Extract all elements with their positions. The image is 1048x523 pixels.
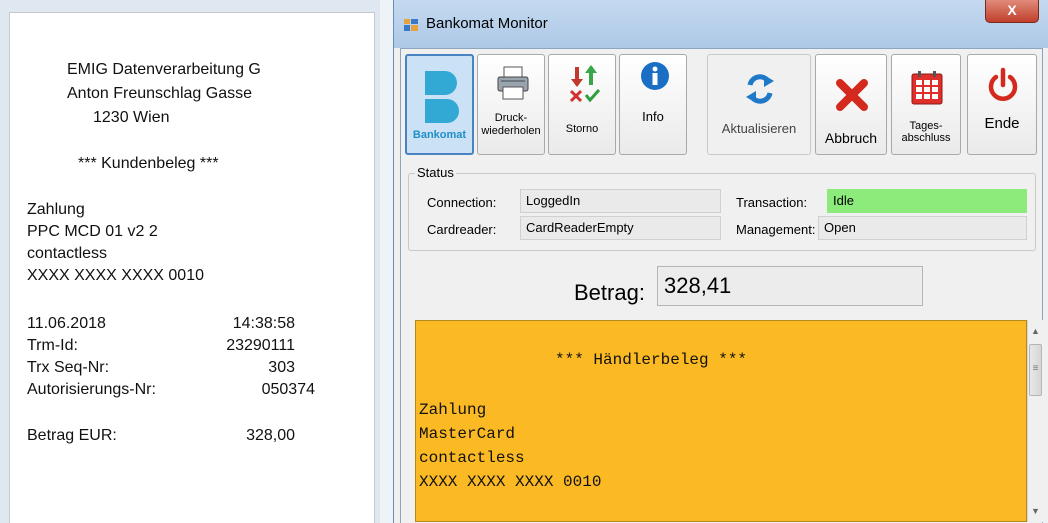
- calendar-icon: [911, 71, 943, 105]
- cancel-button[interactable]: Abbruch: [815, 54, 887, 155]
- management-label: Management:: [736, 222, 816, 237]
- exit-label: Ende: [984, 115, 1020, 132]
- receipt-mode: contactless: [27, 245, 108, 262]
- client-area: Bankomat Druck- wiederholen Storno Info …: [400, 48, 1043, 523]
- receipt-product: PPC MCD 01 v2 2: [27, 223, 158, 240]
- refresh-label: Aktualisieren: [721, 121, 797, 136]
- storno-arrows-icon: [569, 65, 601, 103]
- cardreader-label: Cardreader:: [427, 222, 497, 237]
- reprint-button[interactable]: Druck- wiederholen: [477, 54, 545, 155]
- receipt-date: 11.06.2018: [27, 315, 106, 332]
- journal-line-card-brand: MasterCard: [419, 425, 516, 443]
- refresh-icon: [746, 74, 774, 104]
- connection-label: Connection:: [427, 195, 497, 210]
- cardreader-value: CardReaderEmpty: [520, 216, 721, 240]
- receipt-auth-value: 050374: [261, 381, 315, 398]
- transaction-value: Idle: [827, 189, 1027, 213]
- cancel-x-icon: [836, 79, 868, 111]
- reprint-label-1: Druck-: [494, 112, 528, 124]
- receipt-trm-value: 23290111: [226, 337, 295, 354]
- connection-value: LoggedIn: [520, 189, 721, 213]
- management-value: Open: [818, 216, 1027, 240]
- printer-icon: [497, 66, 529, 100]
- power-icon: [988, 67, 1018, 101]
- info-label: Info: [642, 109, 664, 124]
- storno-button[interactable]: Storno: [548, 54, 616, 155]
- receipt-time: 14:38:58: [232, 315, 295, 332]
- customer-receipt: EMIG Datenverarbeitung G Anton Freunschl…: [9, 12, 375, 523]
- exit-button[interactable]: Ende: [967, 54, 1037, 155]
- receipt-card: XXXX XXXX XXXX 0010: [27, 267, 204, 284]
- title-bar[interactable]: Bankomat Monitor X: [394, 0, 1048, 48]
- day-close-label-2: abschluss: [901, 132, 951, 144]
- amount-value: 328,41: [657, 266, 923, 306]
- day-close-button[interactable]: Tages- abschluss: [891, 54, 961, 155]
- receipt-auth-label: Autorisierungs-Nr:: [27, 381, 156, 398]
- info-icon: [641, 62, 669, 90]
- app-icon: [404, 19, 418, 31]
- scroll-thumb[interactable]: ≡: [1029, 344, 1042, 396]
- cancel-label: Abbruch: [824, 130, 878, 146]
- refresh-button[interactable]: Aktualisieren: [707, 54, 811, 155]
- receipt-city: 1230 Wien: [93, 109, 170, 126]
- journal-title: *** Händlerbeleg ***: [555, 351, 748, 369]
- close-button[interactable]: X: [985, 0, 1039, 23]
- info-button[interactable]: Info: [619, 54, 687, 155]
- amount-label: Betrag:: [574, 280, 645, 305]
- receipt-amount-label: Betrag EUR:: [27, 427, 117, 444]
- status-group-label: Status: [415, 165, 456, 180]
- scroll-up-icon[interactable]: ▲: [1031, 326, 1040, 336]
- transaction-label: Transaction:: [736, 195, 808, 210]
- day-close-label-1: Tages-: [909, 120, 943, 132]
- bankomat-label: Bankomat: [412, 129, 467, 141]
- receipt-type: Zahlung: [27, 201, 85, 218]
- journal-line-mode: contactless: [419, 449, 525, 467]
- bankomat-logo-icon: [425, 71, 459, 123]
- receipt-street: Anton Freunschlag Gasse: [67, 85, 252, 102]
- receipt-amount-value: 328,00: [246, 427, 295, 444]
- scroll-down-icon[interactable]: ▼: [1031, 506, 1040, 516]
- receipt-company: EMIG Datenverarbeitung G: [67, 61, 261, 78]
- storno-label: Storno: [565, 123, 599, 135]
- reprint-label-2: wiederholen: [481, 125, 541, 137]
- bankomat-monitor-window: Bankomat Monitor X Bankomat Druck- wiede…: [393, 0, 1048, 523]
- receipt-title: *** Kundenbeleg ***: [78, 155, 219, 172]
- journal-line-card: XXXX XXXX XXXX 0010: [419, 473, 602, 491]
- desktop-gap: [380, 0, 394, 523]
- journal-scrollbar[interactable]: ▲ ≡ ▼: [1027, 320, 1043, 522]
- receipt-trx-label: Trx Seq-Nr:: [27, 359, 110, 376]
- window-title: Bankomat Monitor: [426, 15, 548, 32]
- bankomat-button[interactable]: Bankomat: [405, 54, 474, 155]
- receipt-trx-value: 303: [268, 359, 295, 376]
- journal-line-type: Zahlung: [419, 401, 487, 419]
- merchant-receipt-box[interactable]: *** Händlerbeleg *** Zahlung MasterCard …: [415, 320, 1027, 522]
- receipt-trm-label: Trm-Id:: [27, 337, 78, 354]
